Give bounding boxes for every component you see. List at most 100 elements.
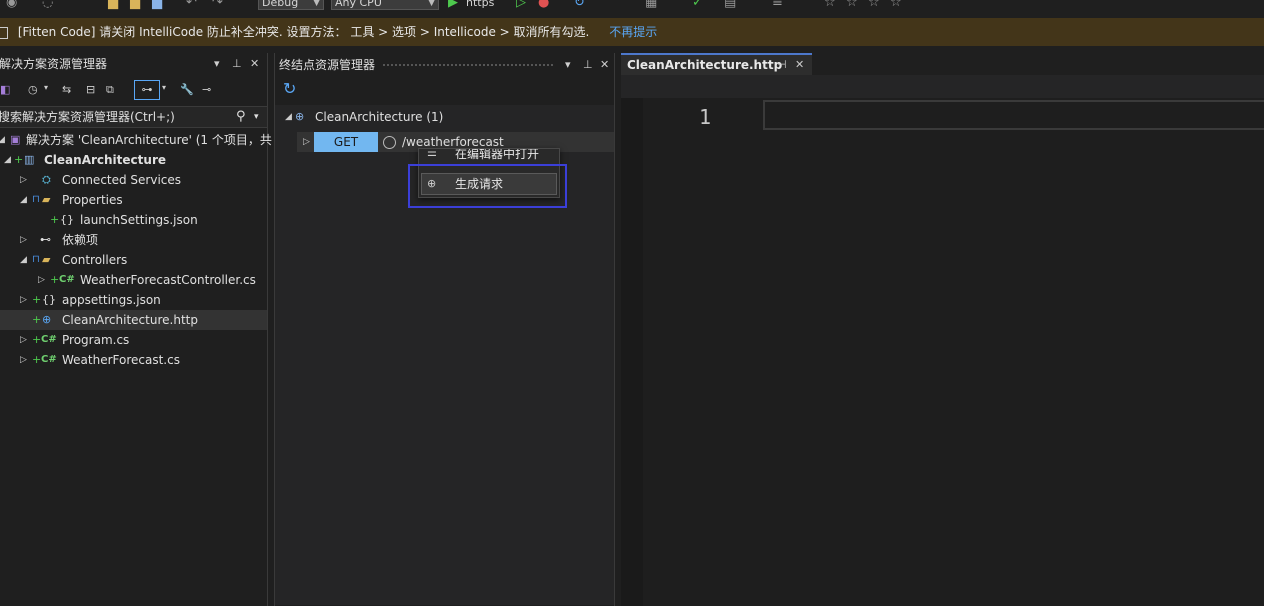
open-folder-icon[interactable]: ▆: [130, 0, 140, 10]
preview-icon[interactable]: ⊸: [202, 83, 211, 96]
solution-search[interactable]: 搜索解决方案资源管理器(Ctrl+;) ⚲ ▾: [0, 106, 267, 128]
platform-combo[interactable]: Any CPU ▼: [331, 0, 439, 10]
redo-icon[interactable]: ↷: [212, 0, 223, 10]
configuration-combo[interactable]: Debug ▼: [258, 0, 324, 10]
drag-grip[interactable]: [383, 64, 553, 66]
bookmark-next-icon[interactable]: ☆: [868, 0, 880, 10]
tree-item-launchsettings[interactable]: + {} launchSettings.json: [0, 210, 267, 230]
pin-icon[interactable]: ⊥: [583, 54, 593, 76]
close-icon[interactable]: ✕: [600, 54, 609, 76]
endpoint-project-row[interactable]: ◢ ⊕ CleanArchitecture (1): [275, 107, 614, 127]
new-file-icon[interactable]: ▆: [108, 0, 118, 10]
tree-item-solution[interactable]: ◢ ▣ 解决方案 'CleanArchitecture' (1 个项目，共 1 …: [0, 130, 304, 150]
menu-item-label: 在编辑器中打开: [455, 149, 540, 161]
close-icon[interactable]: ✕: [795, 55, 804, 75]
solution-explorer-toolbar: ◧ ◷ ▾ ⇆ ⊟ ⧉ ⊶ ▾ 🔧 ⊸: [0, 79, 267, 103]
editor-tab[interactable]: CleanArchitecture.http ⊣ ✕: [621, 53, 812, 75]
dismiss-link[interactable]: 不再提示: [609, 25, 657, 39]
tree-item-project[interactable]: ◢ + ▥ CleanArchitecture: [0, 150, 267, 170]
tree-item-label: WeatherForecastController.cs: [80, 273, 256, 287]
tree-item-weatherforecastcontroller[interactable]: ▷ + C# WeatherForecastController.cs: [0, 270, 267, 290]
collapse-arrow-icon[interactable]: ▷: [38, 270, 45, 290]
wrench-folder-icon: ▰: [42, 193, 51, 206]
close-icon[interactable]: ✕: [250, 53, 259, 75]
bookmark-clear-icon[interactable]: ☆: [890, 0, 902, 10]
start-without-debug-icon[interactable]: ▷: [516, 0, 526, 10]
json-icon: {}: [42, 293, 56, 306]
added-icon: +: [50, 273, 60, 286]
collapse-all-icon[interactable]: ⊟: [86, 83, 95, 96]
expand-icon[interactable]: ◢: [4, 150, 11, 170]
filter-icon[interactable]: ⊶: [134, 80, 160, 100]
tree-item-program[interactable]: ▷ + C# Program.cs: [0, 330, 267, 350]
chevron-down-icon[interactable]: ▾: [214, 53, 220, 75]
chevron-down-icon: ▼: [313, 0, 320, 8]
tree-item-http-file[interactable]: + ⊕ CleanArchitecture.http: [0, 310, 267, 330]
collapse-arrow-icon[interactable]: ▷: [20, 350, 27, 370]
collapse-arrow-icon[interactable]: ▷: [20, 290, 27, 310]
check-icon[interactable]: ✓: [692, 0, 703, 10]
chevron-down-icon[interactable]: ▾: [44, 83, 48, 92]
configuration-value: Debug: [262, 0, 299, 9]
collapse-arrow-icon[interactable]: ▷: [20, 330, 27, 350]
undo-icon[interactable]: ↶: [186, 0, 197, 10]
expand-icon[interactable]: ◢: [285, 107, 292, 127]
indent-icon[interactable]: ≡: [772, 0, 783, 10]
forward-icon[interactable]: ◌: [42, 0, 53, 10]
run-profile-label[interactable]: https: [466, 0, 494, 10]
tree-item-label: 解决方案 'CleanArchitecture' (1 个项目，共 1 个): [26, 133, 304, 147]
collapse-arrow-icon[interactable]: ▷: [20, 230, 27, 250]
play-icon[interactable]: ▶: [448, 0, 458, 10]
solution-icon: ▣: [10, 133, 21, 146]
menu-item-open-in-editor[interactable]: ☰ 在编辑器中打开: [419, 149, 559, 163]
annotation-highlight-box: [408, 164, 567, 208]
tree-item-controllers[interactable]: ◢ ⊓ ▰ Controllers: [0, 250, 267, 270]
pin-icon[interactable]: ⊣: [777, 55, 787, 75]
tree-item-label: CleanArchitecture: [44, 153, 166, 167]
bookmark-icon[interactable]: ☆: [824, 0, 836, 10]
show-all-files-icon[interactable]: ⧉: [106, 83, 114, 97]
sync-icon[interactable]: ⇆: [62, 83, 71, 96]
chevron-down-icon: ▼: [428, 0, 435, 8]
refresh-icon[interactable]: ↻: [283, 79, 296, 98]
solution-explorer-header: 解决方案资源管理器 ▾ ⊥ ✕: [0, 53, 267, 75]
panel-title: 解决方案资源管理器: [0, 57, 108, 71]
tree-item-appsettings[interactable]: ▷ + {} appsettings.json: [0, 290, 267, 310]
pending-changes-icon[interactable]: ◷: [28, 83, 38, 96]
tab-title: CleanArchitecture.http: [627, 58, 783, 72]
back-icon[interactable]: ◉: [6, 0, 17, 10]
search-icon[interactable]: ⚲: [236, 107, 246, 127]
editor-navigation-bar: [621, 75, 1264, 98]
tree-item-properties[interactable]: ◢ ⊓ ▰ Properties: [0, 190, 267, 210]
save-icon[interactable]: ▆: [152, 0, 162, 10]
expand-icon[interactable]: ◢: [0, 130, 5, 150]
added-icon: +: [32, 353, 42, 366]
chevron-down-icon[interactable]: ▾: [254, 107, 259, 127]
dependencies-icon: ⊷: [40, 233, 51, 246]
csharp-file-icon: C#: [41, 354, 57, 365]
comment-icon[interactable]: ▤: [724, 0, 736, 10]
expand-icon[interactable]: ◢: [20, 250, 27, 270]
tree-item-dependencies[interactable]: ▷ ⊷ 依赖项: [0, 230, 267, 250]
tree-item-weatherforecast[interactable]: ▷ + C# WeatherForecast.cs: [0, 350, 267, 370]
stop-icon[interactable]: ●: [538, 0, 549, 10]
info-bar-message: [Fitten Code] 请关闭 IntelliCode 防止补全冲突. 设置…: [17, 25, 590, 39]
restart-icon[interactable]: ↻: [574, 0, 585, 10]
search-input[interactable]: 搜索解决方案资源管理器(Ctrl+;): [0, 107, 175, 127]
collapse-arrow-icon[interactable]: ▷: [20, 170, 27, 190]
tree-item-connected-services[interactable]: ▷ ⛭ Connected Services: [0, 170, 267, 190]
tree-item-label: appsettings.json: [62, 293, 161, 307]
code-editor[interactable]: 1: [621, 75, 1264, 606]
chevron-down-icon[interactable]: ▾: [565, 54, 571, 76]
chevron-down-icon[interactable]: ▾: [162, 83, 166, 92]
tree-item-label: CleanArchitecture (1): [315, 110, 444, 124]
browser-link-icon[interactable]: ▦: [645, 0, 657, 10]
properties-wrench-icon[interactable]: 🔧: [180, 83, 194, 96]
pin-icon[interactable]: ⊥: [232, 53, 242, 75]
home-icon[interactable]: ◧: [0, 83, 10, 96]
added-icon: +: [14, 153, 24, 166]
collapse-arrow-icon[interactable]: ▷: [303, 132, 310, 152]
bookmark-prev-icon[interactable]: ☆: [846, 0, 858, 10]
added-icon: +: [50, 213, 60, 226]
expand-icon[interactable]: ◢: [20, 190, 27, 210]
